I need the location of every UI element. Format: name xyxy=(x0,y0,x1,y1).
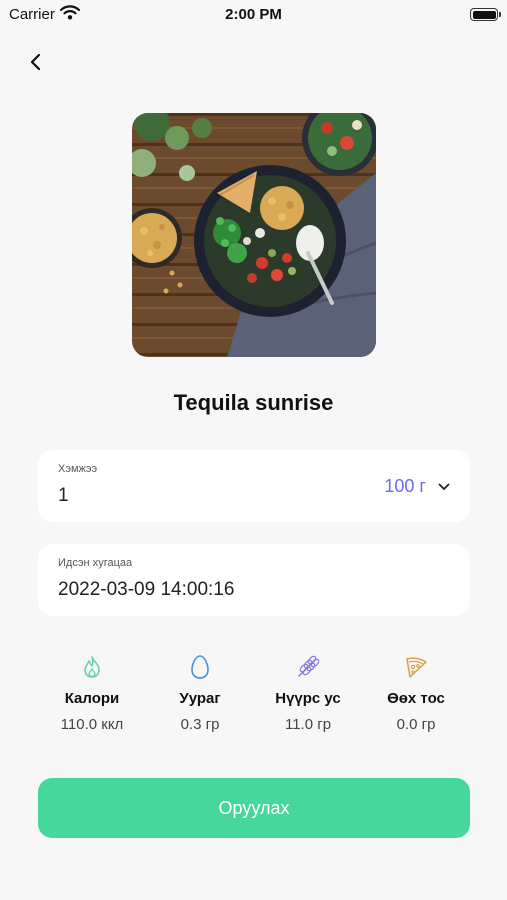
food-image xyxy=(132,113,376,357)
nutrient-label: Өөх тос xyxy=(387,690,445,707)
food-title: Tequila sunrise xyxy=(173,390,334,415)
unit-value: 100 г xyxy=(384,476,426,496)
nutrient-calories: Калори 110.0 ккл xyxy=(38,652,146,733)
amount-input[interactable]: 1 xyxy=(58,485,69,507)
nutrient-value: 0.3 гр xyxy=(180,716,220,733)
nutrient-label: Калори xyxy=(64,690,120,707)
nutrient-label: Нүүрс ус xyxy=(275,690,341,707)
nutrient-value: 11.0 гр xyxy=(284,716,332,733)
battery-icon xyxy=(470,8,501,21)
time-input[interactable]: 2022-03-09 14:00:16 xyxy=(58,579,234,601)
chevron-down-icon xyxy=(438,483,450,490)
amount-label: Хэмжээ xyxy=(58,463,98,475)
back-button[interactable] xyxy=(22,48,50,76)
nutrient-fat: Өөх тос 0.0 гр xyxy=(362,652,470,733)
nutrient-protein: Уураг 0.3 гр xyxy=(146,652,254,733)
unit-dropdown[interactable]: 100 г xyxy=(384,476,450,497)
nutrient-value: 110.0 ккл xyxy=(60,716,124,733)
grain-icon xyxy=(254,652,362,682)
egg-icon xyxy=(146,652,254,682)
time-label: Идсэн хугацаа xyxy=(58,557,133,569)
flame-icon xyxy=(38,652,146,682)
status-time: 2:00 PM xyxy=(225,6,282,23)
nutrient-summary: Калори 110.0 ккл Уураг 0.3 гр Нүүрс ус 1… xyxy=(38,652,470,742)
nutrient-carbs: Нүүрс ус 11.0 гр xyxy=(254,652,362,733)
time-card[interactable]: Идсэн хугацаа 2022-03-09 14:00:16 xyxy=(38,544,470,616)
submit-button[interactable]: Оруулах xyxy=(38,778,470,838)
nutrient-label: Уураг xyxy=(179,690,221,707)
nutrient-value: 0.0 гр xyxy=(396,716,436,733)
chevron-left-icon xyxy=(30,53,41,71)
amount-card[interactable]: Хэмжээ 1 100 г xyxy=(38,450,470,522)
status-bar: Carrier 2:00 PM xyxy=(0,0,507,30)
pizza-icon xyxy=(362,652,470,682)
